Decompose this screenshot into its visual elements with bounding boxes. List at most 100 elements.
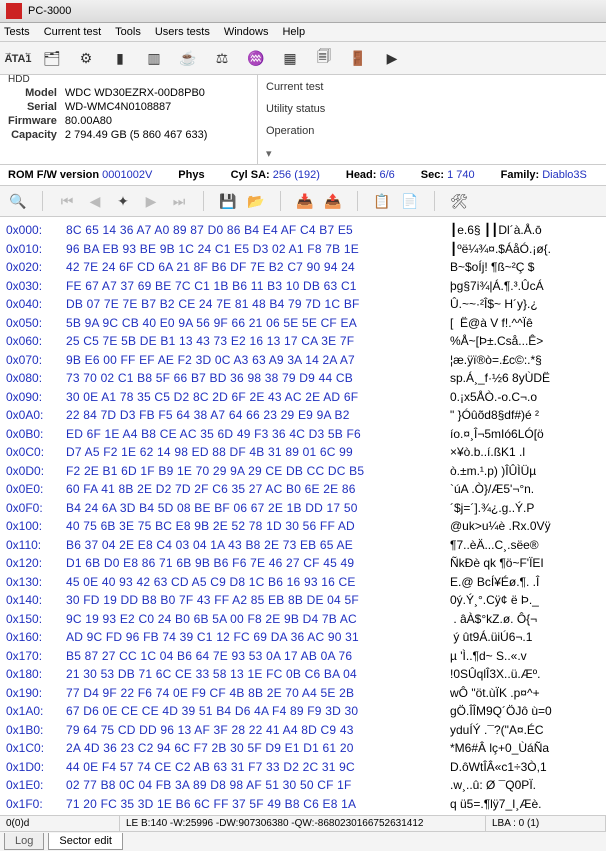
tool2-save[interactable]: 💾 [216,190,240,212]
hex-bytes[interactable]: 77 D4 9F 22 F6 74 0E F9 CF 4B 8B 2E 70 A… [66,684,450,703]
hex-bytes[interactable]: 30 0E A1 78 35 C5 D2 8C 2D 6F 2E 43 AC 2… [66,388,450,407]
hex-row[interactable]: 0x0F0:B4 24 6A 3D B4 5D 08 BE BF 06 67 2… [6,499,600,518]
hex-ascii[interactable]: D.ôWtÎÂ«c1÷3Ò,1 [450,758,550,777]
ata-port-button[interactable]: ATA1 [6,46,30,70]
hex-row[interactable]: 0x0A0:22 84 7D D3 FB F5 64 38 A7 64 66 2… [6,406,600,425]
hex-ascii[interactable]: ┃ºë¼¾¤.$ÁåÓ.¡ø{. [450,240,551,259]
menu-windows[interactable]: Windows [224,26,269,38]
menu-help[interactable]: Help [282,26,305,38]
hex-row[interactable]: 0x0B0:ED 6F 1E A4 B8 CE AC 35 6D 49 F3 3… [6,425,600,444]
hex-row[interactable]: 0x010:96 BA EB 93 BE 9B 1C 24 C1 E5 D3 0… [6,240,600,259]
hex-bytes[interactable]: D7 A5 F2 1E 62 14 98 ED 88 DF 4B 31 89 0… [66,443,450,462]
hex-bytes[interactable]: B4 24 6A 3D B4 5D 08 BE BF 06 67 2E 1B D… [66,499,450,518]
hex-row[interactable]: 0x110:B6 37 04 2E E8 C4 03 04 1A 43 B8 2… [6,536,600,555]
hex-bytes[interactable]: 71 20 FC 35 3D 1E B6 6C FF 37 5F 49 B8 C… [66,795,450,814]
hex-ascii[interactable]: Û.~~·²Î$~ H´y}.¿ [450,295,538,314]
hex-ascii[interactable]: 0.¡x5ÅÒ.-o.C¬.­o [450,388,537,407]
hex-bytes[interactable]: 02 77 B8 0C 04 FB 3A 89 D8 98 AF 51 30 5… [66,776,450,795]
hex-ascii[interactable]: !0SÛqlÎ3X..ü.Æº. [450,665,540,684]
hex-bytes[interactable]: B6 37 04 2E E8 C4 03 04 1A 43 B8 2E 73 E… [66,536,450,555]
toolbar-btn-8[interactable]: ▦ [278,46,302,70]
hex-ascii[interactable]: ío.¤¸Î¬5mIó6LÓ[ö [450,425,544,444]
hex-row[interactable]: 0x0C0:D7 A5 F2 1E 62 14 98 ED 88 DF 4B 3… [6,443,600,462]
hex-bytes[interactable]: 79 64 75 CD DD 96 13 AF 3F 28 22 41 A4 8… [66,721,450,740]
hex-ascii[interactable]: *M6#Â lç+0_ÙáÑa [450,739,552,758]
menu-bar[interactable]: Tests Current test Tools Users tests Win… [0,23,606,42]
hex-bytes[interactable]: 42 7E 24 6F CD 6A 21 8F B6 DF 7E B2 C7 9… [66,258,450,277]
toolbar-btn-6[interactable]: ⚖ [210,46,234,70]
hex-ascii[interactable]: yduÍÝ .¯?("A¤.ÉC [450,721,544,740]
hex-ascii[interactable]: wÔ "öt.ùÏK .p¤^+ [450,684,540,703]
hex-bytes[interactable]: 40 75 6B 3E 75 BC E8 9B 2E 52 78 1D 30 5… [66,517,450,536]
hex-bytes[interactable]: 30 FD 19 DD B8 B0 7F 43 FF A2 85 EB 8B D… [66,591,450,610]
hex-ascii[interactable]: sp.Á¸_f·½6 8yÙDË [450,369,550,388]
hex-row[interactable]: 0x020:42 7E 24 6F CD 6A 21 8F B6 DF 7E B… [6,258,600,277]
hex-row[interactable]: 0x140:30 FD 19 DD B8 B0 7F 43 FF A2 85 E… [6,591,600,610]
hex-row[interactable]: 0x080:73 70 02 C1 B8 5F 66 B7 BD 36 98 3… [6,369,600,388]
hex-bytes[interactable]: FE 67 A7 37 69 BE 7C C1 1B B6 11 B3 10 D… [66,277,450,296]
toolbar-btn-3[interactable]: ▮ [108,46,132,70]
hex-row[interactable]: 0x1F0:71 20 FC 35 3D 1E B6 6C FF 37 5F 4… [6,795,600,814]
tool2-open[interactable]: 📂 [244,190,268,212]
hex-bytes[interactable]: F2 2E B1 6D 1F B9 1E 70 29 9A 29 CE DB C… [66,462,450,481]
hex-row[interactable]: 0x170:B5 87 27 CC 1C 04 B6 64 7E 93 53 0… [6,647,600,666]
hex-row[interactable]: 0x120:D1 6B D0 E8 86 71 6B 9B B6 F6 7E 4… [6,554,600,573]
hex-ascii[interactable]: ò.±m.¹.p) )ÎÛÌÜµ [450,462,536,481]
hex-row[interactable]: 0x1A0:67 D6 0E CE CE 4D 39 51 B4 D6 4A F… [6,702,600,721]
hex-row[interactable]: 0x1E0:02 77 B8 0C 04 FB 3A 89 D8 98 AF 5… [6,776,600,795]
hex-ascii[interactable]: 0ý.Ý¸°.Cÿ¢ ë Þ._ [450,591,539,610]
hex-bytes[interactable]: D1 6B D0 E8 86 71 6B 9B B6 F6 7E 46 27 C… [66,554,450,573]
hex-ascii[interactable]: µ 'Ì..¶d~ S..«.v [450,647,527,666]
menu-tools[interactable]: Tools [115,26,141,38]
hex-ascii[interactable]: þg§7i¾|Á.¶.³.ÛcÁ [450,277,544,296]
hex-row[interactable]: 0x090:30 0E A1 78 35 C5 D2 8C 2D 6F 2E 4… [6,388,600,407]
hex-ascii[interactable]: gÖ.ÎÎM9Q´ÖJô ù=0 [450,702,552,721]
hex-bytes[interactable]: ED 6F 1E A4 B8 CE AC 35 6D 49 F3 36 4C D… [66,425,450,444]
hex-bytes[interactable]: 8C 65 14 36 A7 A0 89 87 D0 86 B4 E4 AF C… [66,221,450,240]
hex-row[interactable]: 0x000:8C 65 14 36 A7 A0 89 87 D0 86 B4 E… [6,221,600,240]
hex-ascii[interactable]: ┃e.6§ ┃┃Dl´à.Å.ō [450,221,542,240]
hex-row[interactable]: 0x070:9B E6 00 FF EF AE F2 3D 0C A3 63 A… [6,351,600,370]
hex-bytes[interactable]: 60 FA 41 8B 2E D2 7D 2F C6 35 27 AC B0 6… [66,480,450,499]
tool2-paste[interactable]: 📄 [398,190,422,212]
hex-bytes[interactable]: B5 87 27 CC 1C 04 B6 64 7E 93 53 0A 17 A… [66,647,450,666]
hex-ascii[interactable]: q ü5=.¶lÿ7_I¸Æè. [450,795,542,814]
hex-row[interactable]: 0x160:AD 9C FD 96 FB 74 39 C1 12 FC 69 D… [6,628,600,647]
tool2-write[interactable]: 📥 [293,190,317,212]
hex-dump[interactable]: 0x000:8C 65 14 36 A7 A0 89 87 D0 86 B4 E… [0,217,606,815]
hex-row[interactable]: 0x100:40 75 6B 3E 75 BC E8 9B 2E 52 78 1… [6,517,600,536]
hex-bytes[interactable]: 73 70 02 C1 B8 5F 66 B7 BD 36 98 38 79 D… [66,369,450,388]
toolbar-btn-2[interactable]: ⚙ [74,46,98,70]
toolbar-btn-10[interactable]: 🚪 [346,46,370,70]
hex-ascii[interactable]: [ Ë@à V f!.^^Ïê [450,314,533,333]
hex-row[interactable]: 0x0D0:F2 2E B1 6D 1F B9 1E 70 29 9A 29 C… [6,462,600,481]
hex-ascii[interactable]: ×¥ò.b..í.ßK1 .l [450,443,528,462]
menu-users-tests[interactable]: Users tests [155,26,210,38]
operation-dropdown[interactable]: ▾ [266,147,598,160]
hex-bytes[interactable]: 9B E6 00 FF EF AE F2 3D 0C A3 63 A9 3A 1… [66,351,450,370]
toolbar-btn-1[interactable]: 🗂 [40,46,64,70]
hex-bytes[interactable]: 21 30 53 DB 71 6C CE 33 58 13 1E FC 0B C… [66,665,450,684]
hex-bytes[interactable]: 9C 19 93 E2 C0 24 B0 6B 5A 00 F8 2E 9B D… [66,610,450,629]
toolbar-btn-play[interactable]: ▶ [380,46,404,70]
toolbar-btn-5[interactable]: ☕ [176,46,200,70]
hex-row[interactable]: 0x060:25 C5 7E 5B DE B1 13 43 73 E2 16 1… [6,332,600,351]
tool2-next[interactable]: ▶ [139,190,163,212]
hex-row[interactable]: 0x030:FE 67 A7 37 69 BE 7C C1 1B B6 11 B… [6,277,600,296]
hex-ascii[interactable]: ´$j=´].¾¿.g..Ý.P [450,499,534,518]
hex-ascii[interactable]: %Å~[Þ±.Cså...Ê> [450,332,547,351]
hex-bytes[interactable]: 25 C5 7E 5B DE B1 13 43 73 E2 16 13 17 C… [66,332,450,351]
hex-bytes[interactable]: 67 D6 0E CE CE 4D 39 51 B4 D6 4A F4 89 F… [66,702,450,721]
tool2-copy[interactable]: 📋 [370,190,394,212]
menu-current-test[interactable]: Current test [44,26,101,38]
hex-bytes[interactable]: 22 84 7D D3 FB F5 64 38 A7 64 66 23 29 E… [66,406,450,425]
hex-ascii[interactable]: ÑkÐè qk ¶ö~F'ÏEI [450,554,544,573]
hex-ascii[interactable]: " }Óûõd8§df#)é ² [450,406,539,425]
hex-row[interactable]: 0x0E0:60 FA 41 8B 2E D2 7D 2F C6 35 27 A… [6,480,600,499]
hex-ascii[interactable]: ¶7..èÄ...C¸.sëe® [450,536,539,555]
tool2-btn-1[interactable]: 🔍 [6,190,30,212]
hex-ascii[interactable]: ¦æ.ÿï®ò=.£c©:.*§ [450,351,542,370]
toolbar-btn-7[interactable]: ♒ [244,46,268,70]
hex-ascii[interactable]: E.@ BcÍ¥Éø.¶. .Î [450,573,539,592]
hex-row[interactable]: 0x180:21 30 53 DB 71 6C CE 33 58 13 1E F… [6,665,600,684]
